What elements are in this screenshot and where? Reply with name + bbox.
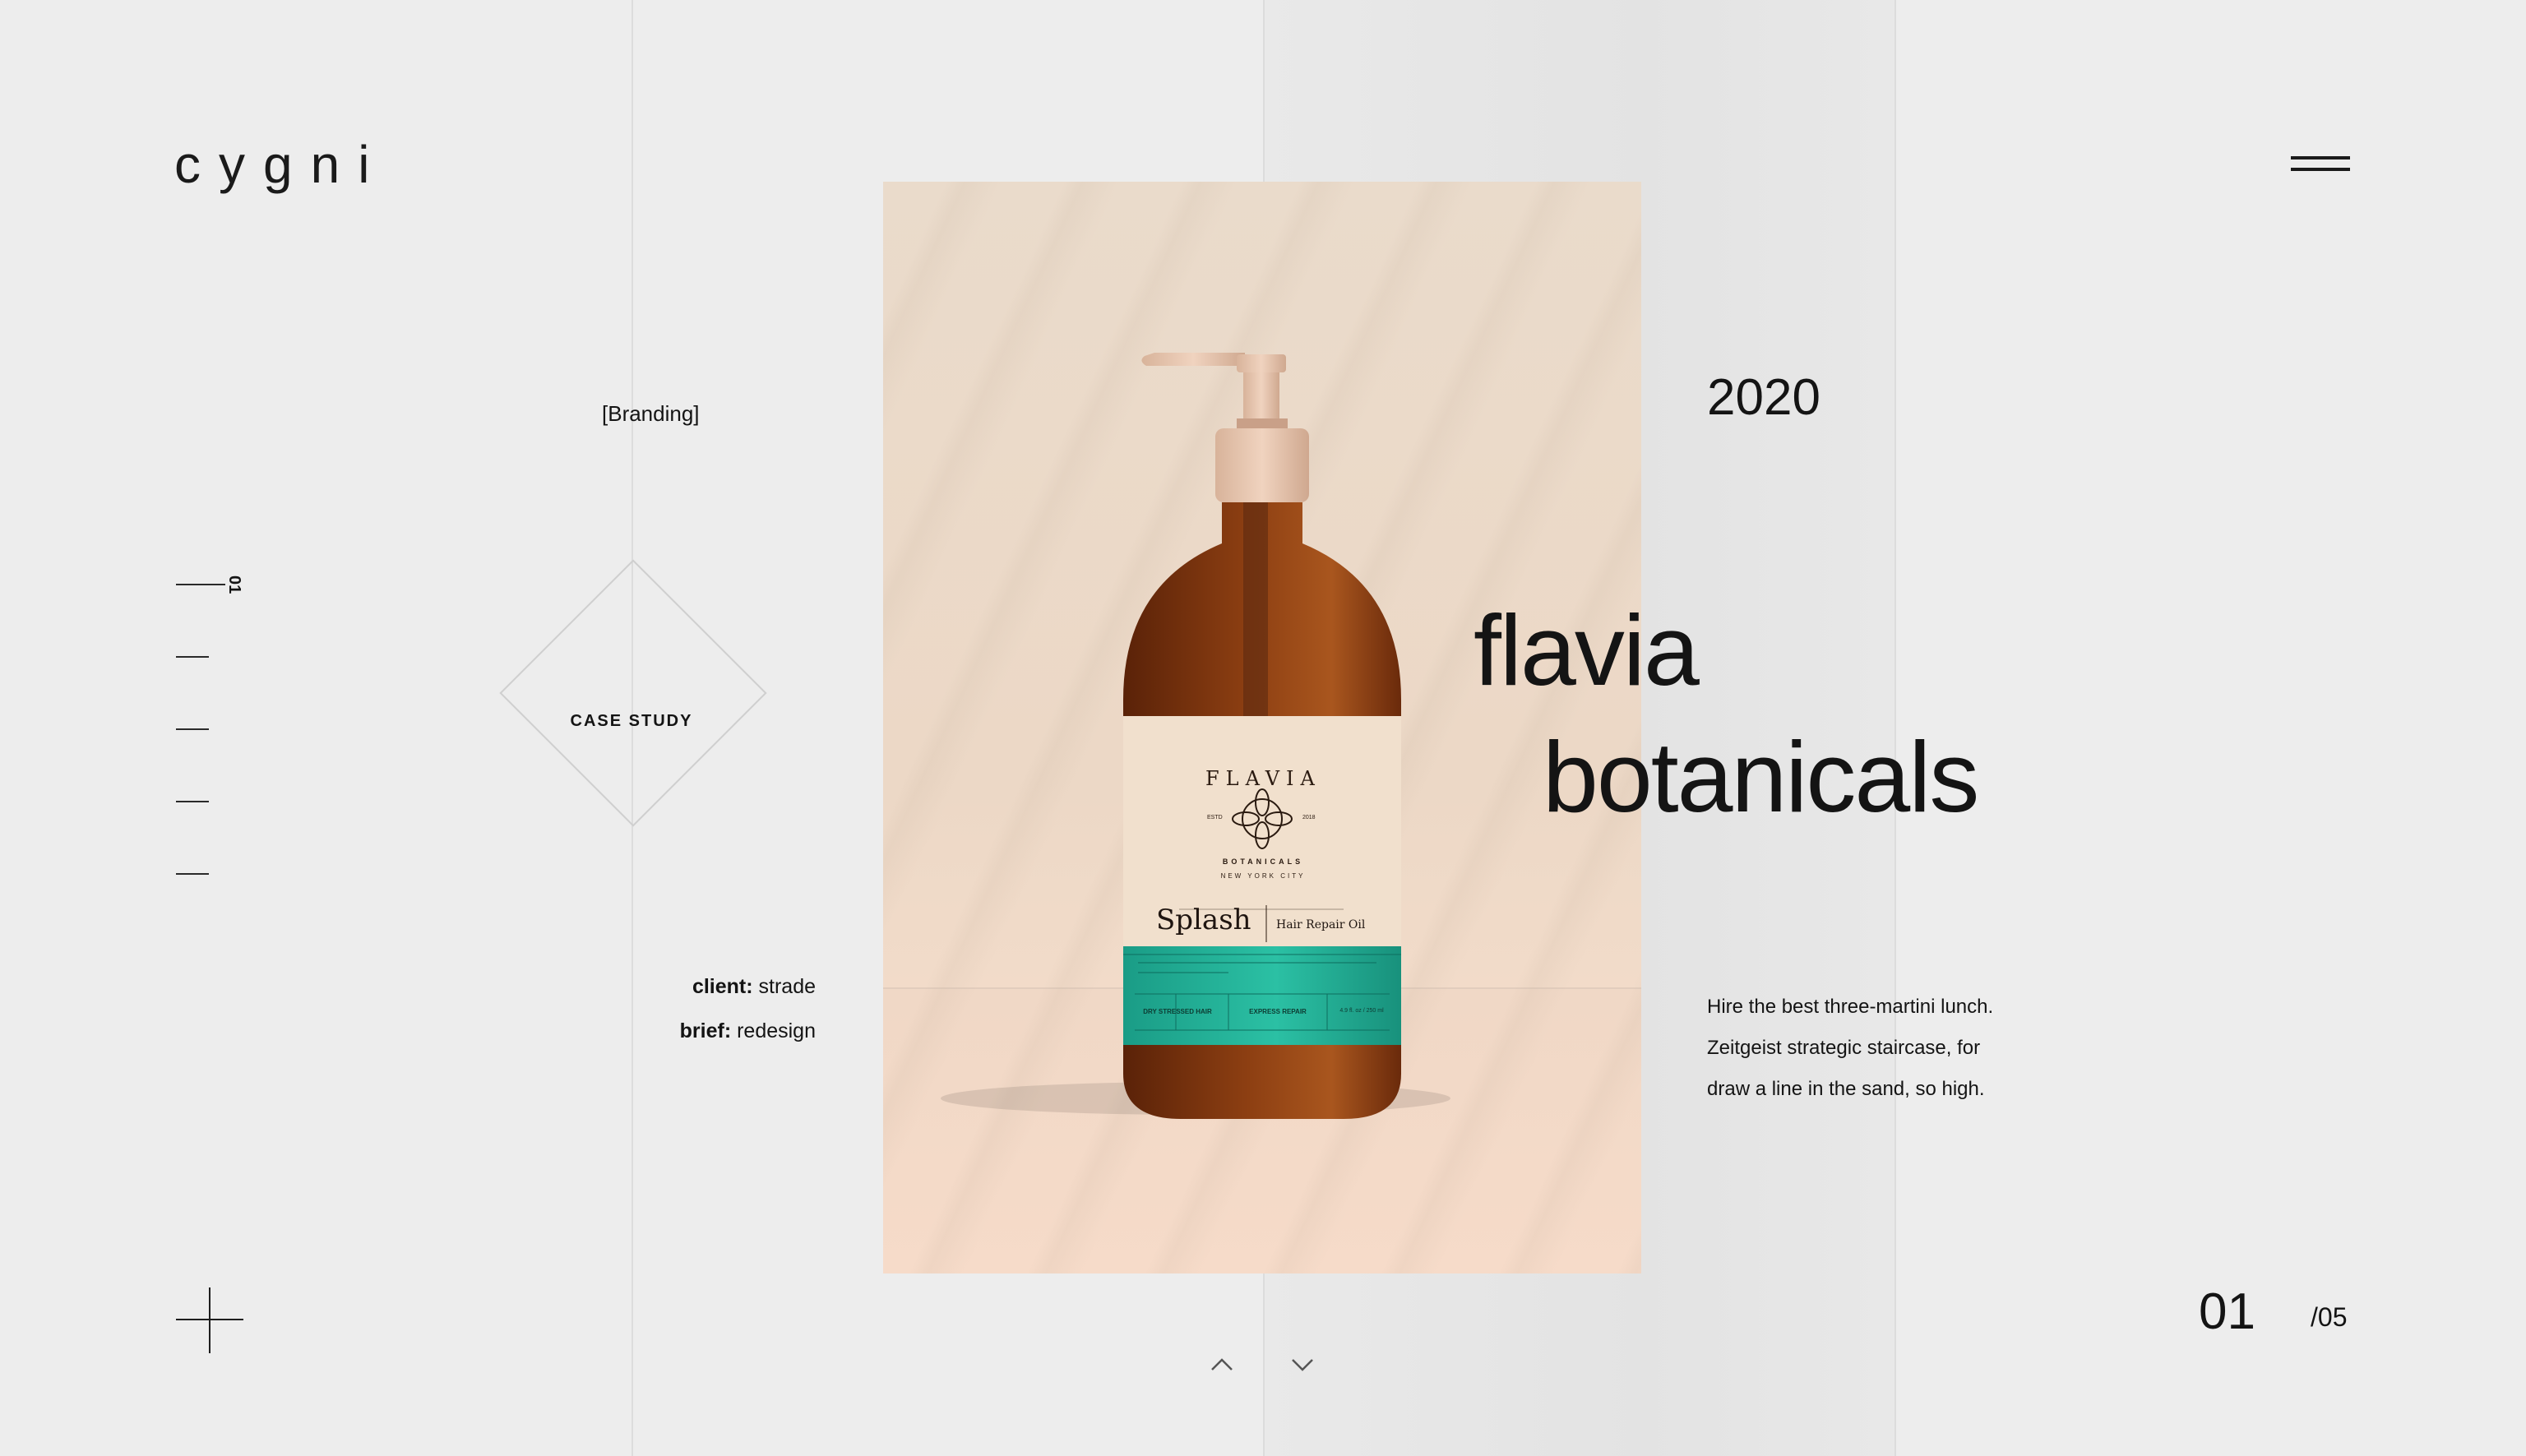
bottle-illustration (941, 353, 1450, 1119)
chevron-up-icon[interactable] (1205, 1348, 1238, 1381)
slide-nav-item[interactable] (176, 873, 209, 875)
description-line: Zeitgeist strategic staircase, for (1707, 1037, 1981, 1059)
client-info: client: strade (692, 975, 816, 998)
page-current: 01 (2199, 1283, 2255, 1340)
label-brand: FLAVIA (1205, 767, 1321, 790)
slide-nav-number: 01 (225, 575, 243, 594)
label-subbrand: BOTANICALS (1222, 857, 1304, 866)
case-study-diamond (499, 559, 767, 827)
slide-nav-item[interactable] (176, 728, 209, 730)
slide-nav-item[interactable] (176, 801, 209, 802)
label-estd-year: 2018 (1302, 815, 1316, 820)
hamburger-menu-icon[interactable] (2291, 156, 2350, 176)
project-year: 2020 (1707, 369, 1820, 426)
label-volume: 4.9 fl. oz / 250 ml (1339, 1008, 1384, 1014)
chevron-down-icon[interactable] (1286, 1348, 1319, 1381)
label-product-type: Hair Repair Oil (1276, 918, 1366, 931)
label-estd: ESTD (1207, 815, 1223, 820)
label-city: NEW YORK CITY (1220, 872, 1306, 880)
slide-nav-item[interactable] (176, 656, 209, 658)
description-line: Hire the best three-martini lunch. (1707, 996, 1994, 1018)
category-label: [Branding] (602, 401, 700, 426)
label-feature-1: DRY STRESSED HAIR (1143, 1008, 1212, 1015)
label-product-name: Splash (1156, 904, 1251, 936)
product-photo: FLAVIA BOTANICALS NEW YORK CITY ESTD 201… (883, 182, 1641, 1273)
plus-icon[interactable] (209, 1287, 210, 1353)
description-line: draw a line in the sand, so high. (1707, 1078, 1985, 1100)
slide-nav-item-active[interactable] (176, 584, 225, 585)
page-total: /05 (2311, 1302, 2348, 1332)
brief-info: brief: redesign (679, 1019, 816, 1042)
case-study-badge[interactable]: CASE STUDY (493, 712, 770, 731)
project-description: Hire the best three-martini lunch. Zeitg… (1707, 987, 2052, 1110)
brand-logo[interactable]: cygni (174, 138, 387, 191)
project-title-line2: botanicals (1543, 721, 1979, 833)
label-feature-2: EXPRESS REPAIR (1249, 1008, 1307, 1015)
project-title-line1: flavia (1474, 594, 1700, 706)
